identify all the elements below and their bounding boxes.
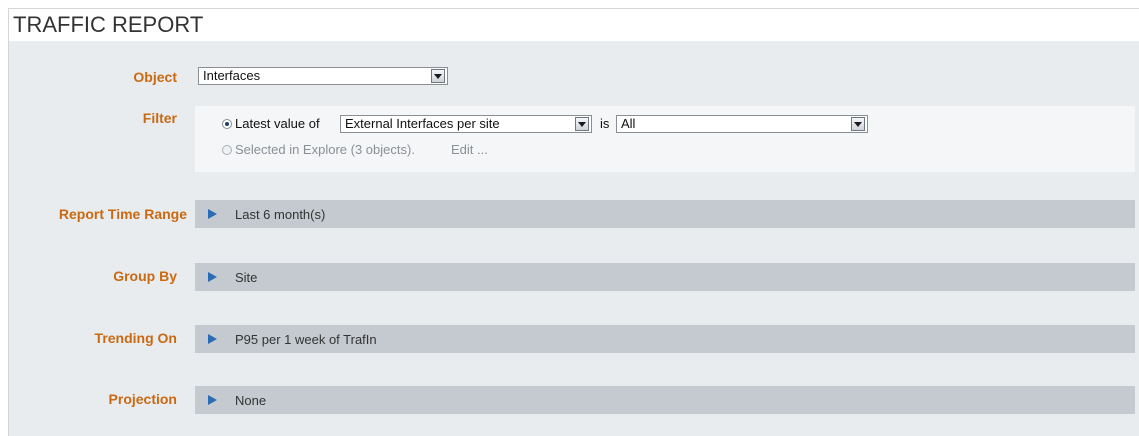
filter-box: Latest value of External Interfaces per …: [195, 106, 1135, 172]
projection-label: Projection: [108, 391, 177, 407]
trending-on-bar[interactable]: P95 per 1 week of TrafIn: [195, 325, 1135, 353]
attribute-select[interactable]: External Interfaces per site: [340, 115, 592, 133]
attribute-select-value: External Interfaces per site: [345, 116, 500, 131]
group-by-value: Site: [235, 270, 258, 285]
object-select-value: Interfaces: [203, 68, 261, 83]
object-select[interactable]: Interfaces: [198, 67, 448, 85]
report-time-range-value: Last 6 month(s): [235, 207, 326, 222]
condition-select-value: All: [621, 116, 636, 131]
projection-value: None: [235, 393, 267, 408]
chevron-down-icon[interactable]: [575, 117, 589, 131]
report-time-range-label: Report Time Range: [58, 206, 187, 222]
latest-value-label: Latest value of: [235, 116, 320, 131]
page-title: TRAFFIC REPORT: [13, 12, 204, 37]
expand-arrow-icon[interactable]: [208, 209, 217, 219]
group-by-label: Group By: [113, 268, 177, 284]
expand-arrow-icon[interactable]: [208, 272, 217, 282]
selected-in-explore-label: Selected in Explore (3 objects).: [235, 142, 415, 157]
expand-arrow-icon[interactable]: [208, 395, 217, 405]
edit-link[interactable]: Edit ...: [451, 142, 488, 157]
is-text: is: [600, 116, 610, 131]
latest-value-radio[interactable]: [222, 119, 232, 129]
chevron-down-icon[interactable]: [851, 117, 865, 131]
filter-label: Filter: [142, 110, 177, 126]
report-time-range-bar[interactable]: Last 6 month(s): [195, 200, 1135, 228]
projection-bar[interactable]: None: [195, 386, 1135, 414]
trending-on-label: Trending On: [94, 330, 177, 346]
selected-in-explore-radio[interactable]: [222, 145, 232, 155]
condition-select[interactable]: All: [616, 115, 868, 133]
group-by-bar[interactable]: Site: [195, 263, 1135, 291]
traffic-report-panel: TRAFFIC REPORT Object Interfaces Filter …: [8, 8, 1139, 436]
expand-arrow-icon[interactable]: [208, 334, 217, 344]
trending-on-value: P95 per 1 week of TrafIn: [235, 332, 377, 347]
chevron-down-icon[interactable]: [431, 69, 445, 83]
title-bar: TRAFFIC REPORT: [9, 9, 1139, 41]
object-label: Object: [133, 69, 177, 85]
